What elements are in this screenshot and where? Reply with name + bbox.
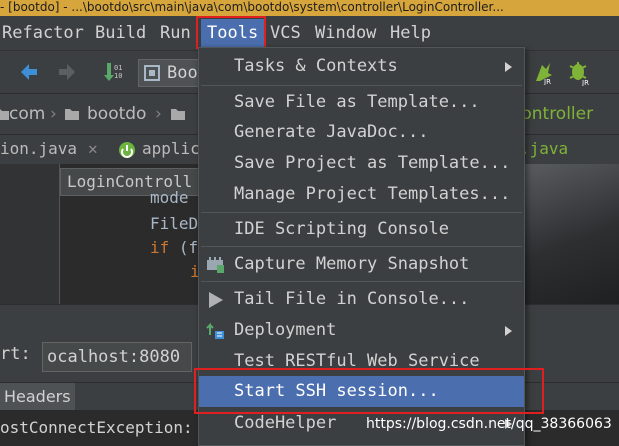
code-keyword: if bbox=[150, 238, 170, 257]
menu-window[interactable]: Window bbox=[315, 16, 376, 50]
menu-item-label: Save Project as Template... bbox=[234, 153, 511, 173]
menu-item-label: Manage Project Templates... bbox=[234, 184, 511, 204]
run-config-icon bbox=[144, 65, 160, 81]
menu-vcs[interactable]: VCS bbox=[270, 16, 301, 50]
menu-item-ide-scripting-console[interactable]: IDE Scripting Console bbox=[199, 214, 524, 245]
menu-item-manage-project-templates[interactable]: Manage Project Templates... bbox=[199, 179, 524, 210]
svg-text:10: 10 bbox=[114, 72, 122, 80]
ssh-session-highlight bbox=[194, 368, 544, 414]
jrebel-debug-icon[interactable]: JR bbox=[566, 58, 594, 86]
menu-separator bbox=[201, 85, 522, 86]
menu-item-tasks-contexts[interactable]: Tasks & Contexts bbox=[199, 51, 524, 82]
back-arrow-icon[interactable] bbox=[18, 61, 40, 83]
menu-item-save-project-template[interactable]: Save Project as Template... bbox=[199, 148, 524, 179]
watermark: https://blog.csdn.net/qq_38366063 bbox=[366, 416, 612, 432]
menu-item-label: Tasks & Contexts bbox=[234, 56, 398, 76]
menu-item-save-file-template[interactable]: Save File as Template... bbox=[199, 87, 524, 118]
menu-item-label: Tail File in Console... bbox=[234, 289, 470, 309]
svg-text:01: 01 bbox=[114, 64, 122, 72]
tab-headers[interactable]: Headers bbox=[0, 383, 75, 411]
menu-help[interactable]: Help bbox=[390, 16, 431, 50]
svg-text:JR: JR bbox=[581, 79, 589, 86]
url-label: rt: bbox=[0, 344, 31, 364]
submenu-arrow-icon bbox=[505, 62, 512, 72]
tab-application[interactable]: applic bbox=[142, 135, 200, 163]
folder-icon bbox=[65, 109, 79, 120]
menu-item-label: Capture Memory Snapshot bbox=[234, 254, 470, 274]
code-line: mode bbox=[150, 188, 189, 207]
window-title: - [bootdo] - ...\bootdo\src\main\java\co… bbox=[0, 0, 619, 16]
code-line: FileD bbox=[150, 214, 199, 233]
menu-refactor[interactable]: Refactor bbox=[2, 16, 84, 50]
deployment-icon bbox=[206, 322, 224, 339]
svg-text:JR: JR bbox=[543, 78, 551, 85]
breadcrumb-item-com[interactable]: com bbox=[9, 94, 45, 134]
forward-arrow-icon[interactable] bbox=[56, 61, 78, 83]
run-config-selector[interactable]: Boo bbox=[138, 59, 202, 87]
background-image bbox=[520, 164, 619, 304]
url-input[interactable]: ocalhost:8080 bbox=[42, 342, 192, 372]
code-line: if (f bbox=[150, 238, 198, 257]
menu-item-generate-javadoc[interactable]: Generate JavaDoc... bbox=[199, 117, 524, 148]
menu-item-capture-memory-snapshot[interactable]: Capture Memory Snapshot bbox=[199, 249, 524, 280]
menu-item-label: Deployment bbox=[234, 320, 337, 340]
code-text: (f bbox=[169, 238, 199, 257]
line-gutter bbox=[0, 164, 60, 304]
menu-item-tail-file[interactable]: Tail File in Console... bbox=[199, 284, 524, 315]
submenu-arrow-icon bbox=[505, 326, 512, 336]
play-icon bbox=[209, 292, 223, 308]
run-config-label: Boo bbox=[167, 63, 198, 83]
menu-bar: Refactor Build Run Tools VCS Window Help bbox=[0, 16, 619, 50]
menu-item-label: IDE Scripting Console bbox=[234, 219, 449, 239]
tab-login-java[interactable]: ion.java bbox=[0, 135, 77, 163]
jrebel-icon[interactable]: JR bbox=[530, 59, 556, 85]
menu-separator bbox=[201, 281, 522, 282]
breadcrumb-item-bootdo[interactable]: bootdo bbox=[87, 94, 146, 134]
tools-menu-highlight bbox=[196, 16, 266, 49]
memory-snapshot-icon bbox=[207, 257, 224, 273]
folder-icon bbox=[171, 109, 185, 120]
build-icon[interactable]: 01 10 bbox=[102, 61, 124, 83]
chevron-right-icon: › bbox=[155, 104, 162, 124]
menu-item-label: Save File as Template... bbox=[234, 92, 480, 112]
menu-item-label: Generate JavaDoc... bbox=[234, 122, 429, 142]
close-icon[interactable]: ✕ bbox=[88, 135, 98, 163]
tab-controller-java[interactable]: .java bbox=[520, 135, 568, 163]
menu-separator bbox=[201, 212, 522, 213]
menu-build[interactable]: Build bbox=[95, 16, 146, 50]
menu-run[interactable]: Run bbox=[160, 16, 191, 50]
chevron-right-icon: › bbox=[50, 104, 57, 124]
console-text: ostConnectException: bbox=[0, 418, 193, 437]
spring-boot-icon bbox=[119, 142, 135, 158]
menu-separator bbox=[201, 246, 522, 247]
menu-item-deployment[interactable]: Deployment bbox=[199, 315, 524, 346]
